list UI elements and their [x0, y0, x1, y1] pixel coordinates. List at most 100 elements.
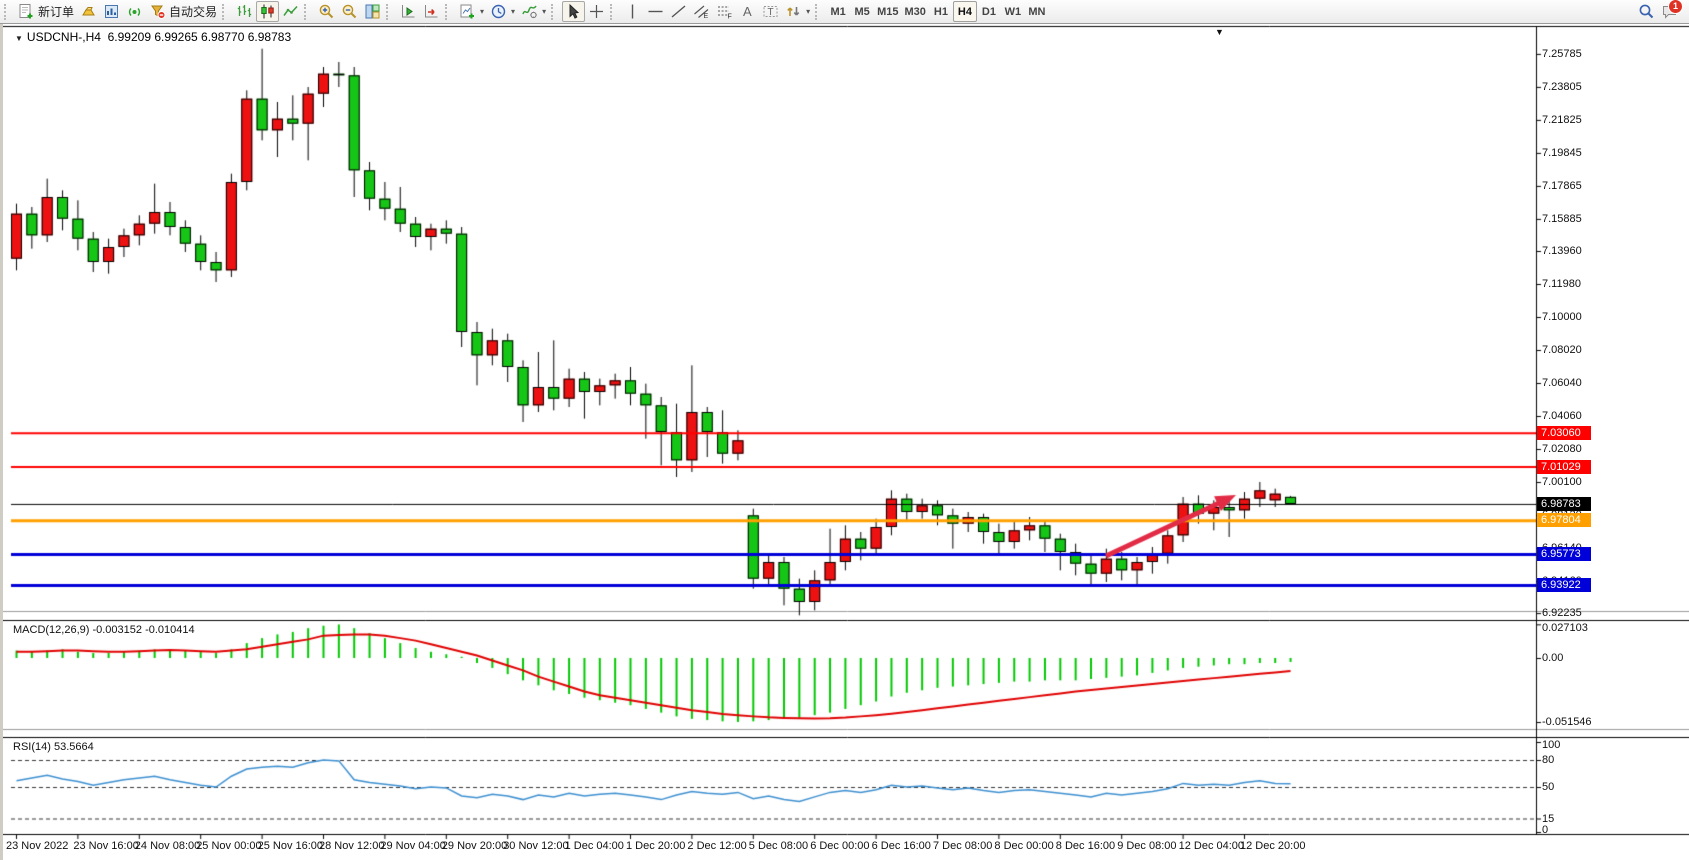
toolbar-gripper [551, 4, 558, 20]
autotrading-button[interactable]: 自动交易 [146, 1, 220, 22]
price-axis-tick: 7.17865 [1542, 180, 1582, 192]
timeframe-button-m1[interactable]: M1 [826, 1, 850, 22]
data-window-button[interactable] [100, 1, 123, 22]
price-axis-tick: 7.11980 [1542, 278, 1581, 290]
fibonacci-button[interactable]: F [713, 1, 736, 22]
signal-icon [126, 3, 143, 20]
time-axis-label: 30 Nov 12:00 [503, 840, 568, 852]
candlestick-chart-type-button[interactable] [256, 1, 279, 22]
svg-text:E: E [704, 13, 709, 20]
arrows-icon [785, 3, 802, 20]
arrows-button[interactable]: ▾ [782, 1, 813, 22]
chart-window: ▼USDCNH-,H4 6.99209 6.99265 6.98770 6.98… [0, 24, 1689, 860]
collapse-trading-panel-icon[interactable]: ▼ [15, 34, 23, 43]
timeframe-button-h1[interactable]: H1 [929, 1, 953, 22]
time-axis-label: 5 Dec 08:00 [749, 840, 808, 852]
text-label-button[interactable]: T [759, 1, 782, 22]
new-order-button[interactable]: 新订单 [15, 1, 77, 22]
toolbar-gripper [610, 4, 617, 20]
time-axis-label: 29 Nov 20:00 [442, 840, 507, 852]
cursor-button[interactable] [562, 1, 585, 22]
toolbar-gripper [445, 4, 452, 20]
timeframe-button-w1[interactable]: W1 [1001, 1, 1025, 22]
new-order-button-label: 新订单 [38, 3, 74, 20]
gold-icon [80, 3, 97, 20]
shift-icon [400, 3, 417, 20]
time-axis-label: 25 Nov 00:00 [196, 840, 261, 852]
signals-button[interactable] [123, 1, 146, 22]
new-chart-button[interactable]: ▾ [456, 1, 487, 22]
price-tag: 6.95773 [1537, 547, 1591, 561]
price-tag: 6.97804 [1537, 513, 1591, 527]
chart-shift-button[interactable] [397, 1, 420, 22]
scroll-to-end-icon[interactable]: ▼ [1215, 27, 1224, 37]
macd-axis-tick: 0.00 [1542, 652, 1563, 664]
time-axis-label: 23 Nov 2022 [6, 840, 68, 852]
autotrading-icon [149, 3, 166, 20]
price-axis-tick: 7.02080 [1542, 443, 1582, 455]
equidistant-channel-button[interactable]: E [690, 1, 713, 22]
time-axis-label: 24 Nov 08:00 [135, 840, 200, 852]
vertical-line-button[interactable] [621, 1, 644, 22]
crosshair-button[interactable] [585, 1, 608, 22]
chevron-down-icon: ▾ [480, 7, 484, 16]
auto-scroll-button[interactable] [420, 1, 443, 22]
rsi-axis-tick: 50 [1542, 781, 1554, 793]
chart-quotes: 6.99209 6.99265 6.98770 6.98783 [108, 30, 292, 44]
time-axis-label: 28 Nov 12:00 [319, 840, 384, 852]
time-axis-label: 2 Dec 12:00 [687, 840, 746, 852]
main-toolbar: 新订单自动交易▾▾▾EFAT▾M1M5M15M30H1H4D1W1MN1 [0, 0, 1689, 24]
hline-icon [647, 3, 664, 20]
time-axis-label: 7 Dec 08:00 [933, 840, 992, 852]
toolbar-gripper [815, 4, 822, 20]
chevron-down-icon: ▾ [511, 7, 515, 16]
time-axis-label: 12 Dec 04:00 [1179, 840, 1244, 852]
timeframe-button-m30[interactable]: M30 [902, 1, 929, 22]
timeframe-button-d1[interactable]: D1 [977, 1, 1001, 22]
time-axis-label: 9 Dec 08:00 [1117, 840, 1176, 852]
zoom-in-icon [318, 3, 335, 20]
price-axis-tick: 7.04060 [1542, 410, 1582, 422]
autotrading-button-label: 自动交易 [169, 3, 217, 20]
macd-axis-tick: 0.027103 [1542, 622, 1588, 634]
text-button[interactable]: A [736, 1, 759, 22]
price-axis-tick: 7.23805 [1542, 81, 1582, 93]
notifications-button[interactable]: 1 [1658, 1, 1681, 22]
price-axis-tick: 7.21825 [1542, 114, 1582, 126]
zoom-out-button[interactable] [338, 1, 361, 22]
vline-icon [624, 3, 641, 20]
timeframe-button-m5[interactable]: M5 [850, 1, 874, 22]
chart-canvas[interactable] [3, 24, 1689, 860]
zoom-out-icon [341, 3, 358, 20]
bars-icon [236, 3, 253, 20]
time-axis-label: 23 Nov 16:00 [73, 840, 138, 852]
periods-button[interactable]: ▾ [487, 1, 518, 22]
timeframe-button-h4[interactable]: H4 [953, 1, 977, 22]
horizontal-line-button[interactable] [644, 1, 667, 22]
candles-icon [259, 3, 276, 20]
trendline-button[interactable] [667, 1, 690, 22]
linechart-icon [282, 3, 299, 20]
time-axis-label: 6 Dec 16:00 [872, 840, 931, 852]
crosshair-icon [588, 3, 605, 20]
price-tag: 6.98783 [1537, 497, 1591, 511]
timeframe-button-m15[interactable]: M15 [874, 1, 901, 22]
market-watch-button[interactable] [77, 1, 100, 22]
rsi-axis-tick: 100 [1542, 739, 1560, 751]
price-axis-tick: 7.10000 [1542, 311, 1582, 323]
templates-button[interactable]: ▾ [518, 1, 549, 22]
chart-doc-icon [103, 3, 120, 20]
notification-badge: 1 [1668, 0, 1683, 14]
price-axis-tick: 6.92235 [1542, 607, 1582, 619]
svg-text:F: F [728, 14, 732, 21]
chart-title: ▼USDCNH-,H4 6.99209 6.99265 6.98770 6.98… [15, 30, 291, 44]
bar-chart-type-button[interactable] [233, 1, 256, 22]
time-axis-label: 6 Dec 00:00 [810, 840, 869, 852]
zoom-in-button[interactable] [315, 1, 338, 22]
search-button[interactable] [1635, 1, 1658, 22]
timeframe-button-mn[interactable]: MN [1025, 1, 1049, 22]
clock-icon [490, 3, 507, 20]
line-chart-type-button[interactable] [279, 1, 302, 22]
price-tag: 6.93922 [1537, 578, 1591, 592]
tile-windows-button[interactable] [361, 1, 384, 22]
